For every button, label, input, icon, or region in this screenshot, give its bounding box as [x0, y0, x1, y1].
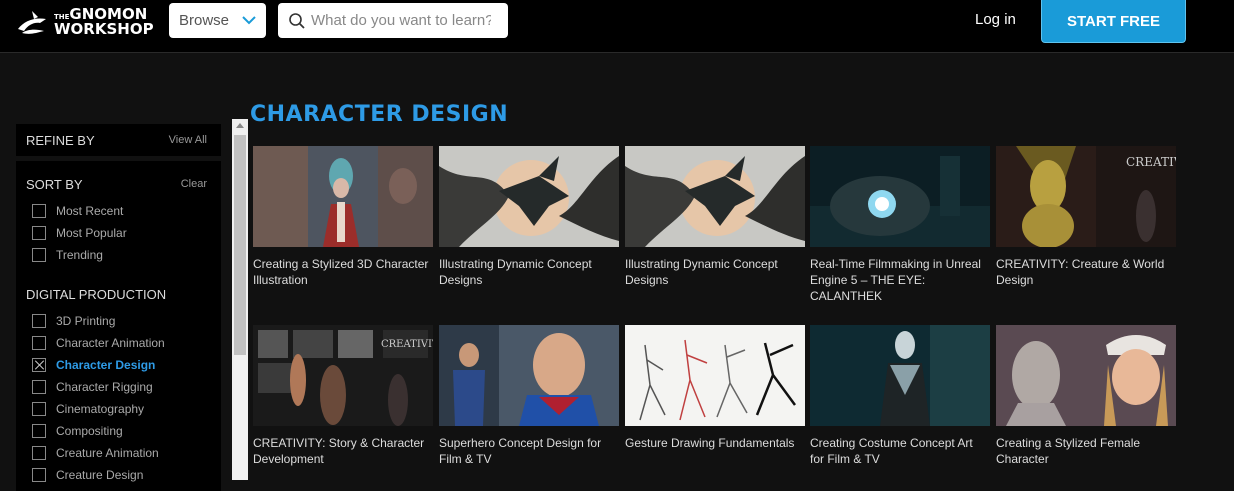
top-navigation-bar: THEGNOMON WORKSHOP Browse Log in START F… [0, 0, 1234, 53]
search-icon [289, 12, 305, 29]
course-thumbnail[interactable] [253, 146, 433, 247]
category-options: 3D Printing Character Animation Characte… [26, 310, 221, 486]
checkbox[interactable] [32, 204, 46, 218]
course-card[interactable]: CREATIVITY CREATIVITY: Creature & World … [996, 146, 1176, 288]
view-all-link[interactable]: View All [169, 134, 207, 146]
course-thumbnail[interactable] [439, 325, 619, 426]
course-card[interactable]: Creating a Stylized 3D Character Illustr… [253, 146, 433, 288]
category-option-3d-printing[interactable]: 3D Printing [26, 310, 221, 332]
course-thumbnail[interactable] [439, 146, 619, 247]
category-title: DIGITAL PRODUCTION [26, 286, 167, 302]
checkbox[interactable] [32, 380, 46, 394]
category-option-cinematography[interactable]: Cinematography [26, 398, 221, 420]
course-title[interactable]: Superhero Concept Design for Film & TV [439, 435, 619, 467]
logo-line-2: WORKSHOP [54, 20, 154, 38]
filter-panel: SORT BY Clear Most Recent Most Popular T… [16, 161, 221, 491]
category-option-creature-design[interactable]: Creature Design [26, 464, 221, 486]
filter-sidebar: REFINE BY View All SORT BY Clear Most Re… [16, 124, 221, 491]
course-title[interactable]: Real-Time Filmmaking in Unreal Engine 5 … [810, 256, 990, 304]
scrollbar-thumb[interactable] [234, 135, 246, 355]
course-title[interactable]: Creating Costume Concept Art for Film & … [810, 435, 990, 467]
checkbox[interactable] [32, 314, 46, 328]
clear-link[interactable]: Clear [181, 178, 207, 190]
option-label: Character Animation [56, 336, 165, 350]
option-label: Cinematography [56, 402, 145, 416]
chevron-down-icon [242, 16, 256, 25]
course-title[interactable]: Illustrating Dynamic Concept Designs [625, 256, 805, 288]
svg-text:CREATIVITY: CREATIVITY [1126, 155, 1176, 169]
course-title[interactable]: Gesture Drawing Fundamentals [625, 435, 805, 451]
sort-header: SORT BY Clear [26, 176, 221, 192]
option-label: Character Rigging [56, 380, 153, 394]
course-title[interactable]: CREATIVITY: Creature & World Design [996, 256, 1176, 288]
sort-option-most-popular[interactable]: Most Popular [26, 222, 221, 244]
sort-option-most-recent[interactable]: Most Recent [26, 200, 221, 222]
browse-label: Browse [179, 12, 230, 29]
category-option-character-design[interactable]: Character Design [26, 354, 221, 376]
checkbox[interactable] [32, 446, 46, 460]
course-title[interactable]: Creating a Stylized 3D Character Illustr… [253, 256, 433, 288]
option-label: Character Design [56, 358, 156, 372]
course-thumbnail[interactable] [996, 325, 1176, 426]
course-card[interactable]: Gesture Drawing Fundamentals [625, 325, 805, 451]
gnomon-logo[interactable]: THEGNOMON WORKSHOP [14, 5, 154, 39]
course-title[interactable]: Illustrating Dynamic Concept Designs [439, 256, 619, 288]
svg-text:CREATIVITY: CREATIVITY [381, 339, 433, 350]
checkbox[interactable] [32, 402, 46, 416]
course-card[interactable]: CREATIVITY CREATIVITY: Story & Character… [253, 325, 433, 467]
sort-title: SORT BY [26, 176, 83, 192]
course-thumbnail[interactable] [625, 325, 805, 426]
gnomon-logo-icon [18, 11, 46, 34]
course-thumbnail[interactable] [625, 146, 805, 247]
course-thumbnail[interactable]: CREATIVITY [253, 325, 433, 426]
course-thumbnail[interactable] [810, 325, 990, 426]
course-card[interactable]: Illustrating Dynamic Concept Designs [625, 146, 805, 288]
option-label: 3D Printing [56, 314, 116, 328]
sidebar-scrollbar[interactable] [232, 119, 248, 480]
search-input[interactable] [311, 12, 491, 29]
category-option-character-animation[interactable]: Character Animation [26, 332, 221, 354]
search-box[interactable] [278, 3, 508, 38]
option-label: Trending [56, 248, 103, 262]
category-option-character-rigging[interactable]: Character Rigging [26, 376, 221, 398]
category-option-compositing[interactable]: Compositing [26, 420, 221, 442]
course-title[interactable]: Creating a Stylized Female Character [996, 435, 1176, 467]
sort-option-trending[interactable]: Trending [26, 244, 221, 266]
course-card[interactable]: Creating Costume Concept Art for Film & … [810, 325, 990, 467]
option-label: Compositing [56, 424, 123, 438]
scroll-up-arrow-icon[interactable] [236, 123, 244, 128]
option-label: Most Recent [56, 204, 124, 218]
option-label: Creature Animation [56, 446, 159, 460]
checkbox-checked[interactable] [32, 358, 46, 372]
category-header: DIGITAL PRODUCTION [26, 286, 221, 302]
course-card[interactable]: Superhero Concept Design for Film & TV [439, 325, 619, 467]
browse-dropdown[interactable]: Browse [169, 3, 266, 38]
sort-options: Most Recent Most Popular Trending [26, 200, 221, 266]
course-thumbnail[interactable] [810, 146, 990, 247]
login-link[interactable]: Log in [975, 11, 1016, 28]
page-title: CHARACTER DESIGN [250, 102, 509, 127]
course-card[interactable]: Illustrating Dynamic Concept Designs [439, 146, 619, 288]
checkbox[interactable] [32, 248, 46, 262]
category-option-creature-animation[interactable]: Creature Animation [26, 442, 221, 464]
start-free-button[interactable]: START FREE [1041, 0, 1186, 43]
checkbox[interactable] [32, 424, 46, 438]
course-title[interactable]: CREATIVITY: Story & Character Developmen… [253, 435, 433, 467]
refine-title: REFINE BY [26, 132, 95, 148]
course-card[interactable]: Creating a Stylized Female Character [996, 325, 1176, 467]
course-thumbnail[interactable]: CREATIVITY [996, 146, 1176, 247]
option-label: Most Popular [56, 226, 127, 240]
checkbox[interactable] [32, 226, 46, 240]
course-card[interactable]: Real-Time Filmmaking in Unreal Engine 5 … [810, 146, 990, 304]
checkbox[interactable] [32, 336, 46, 350]
refine-header: REFINE BY View All [16, 124, 221, 156]
